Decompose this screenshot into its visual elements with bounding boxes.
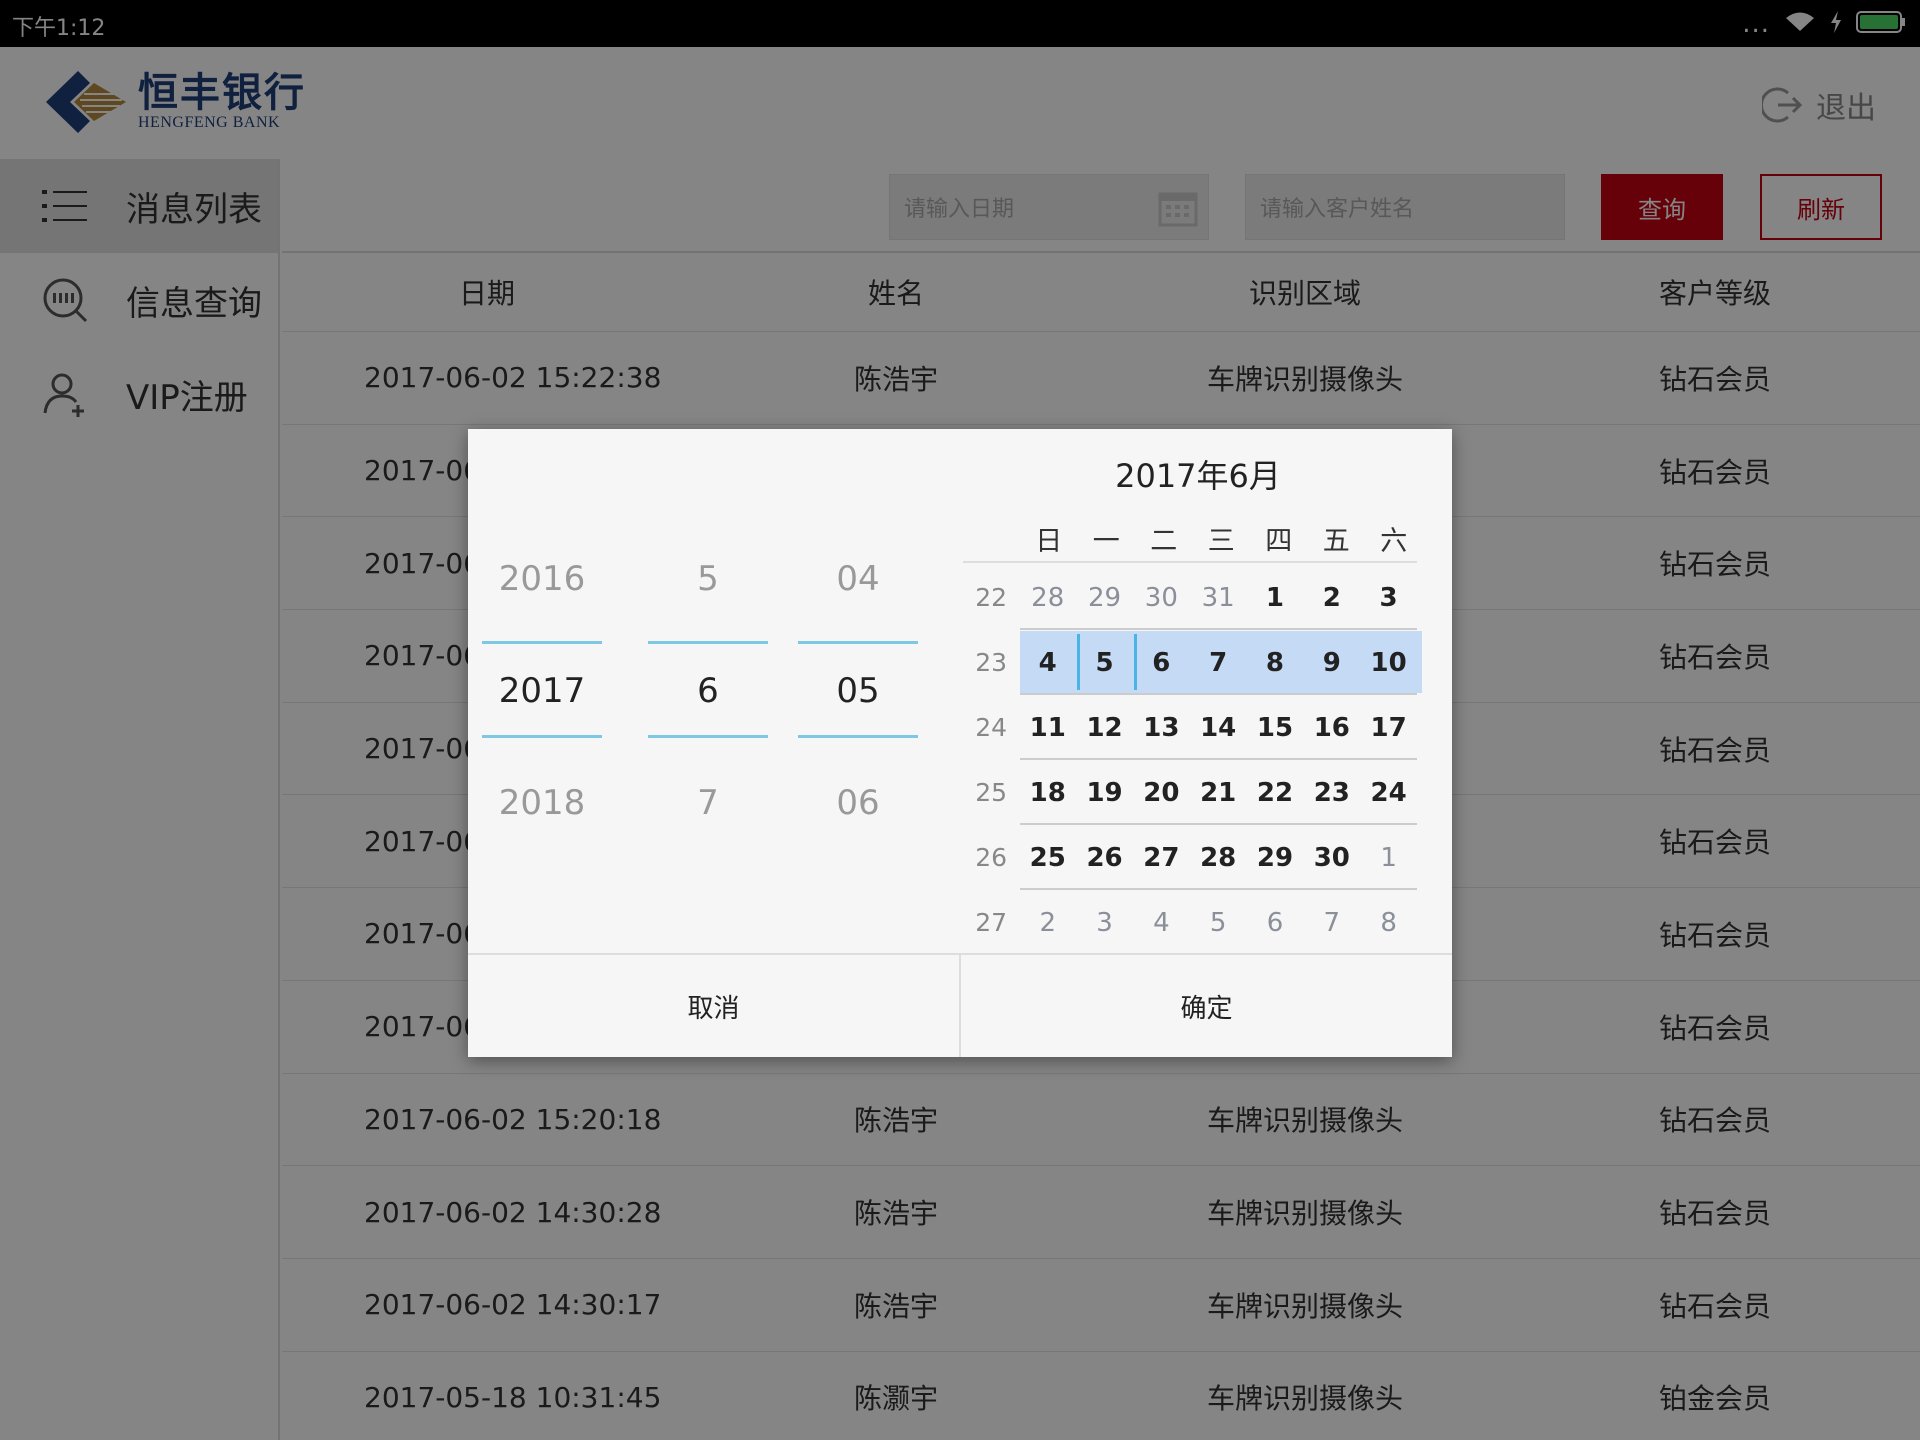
calendar-day[interactable]: 20 [1133, 763, 1190, 823]
calendar-day[interactable]: 13 [1133, 698, 1190, 758]
week-number: 24 [975, 713, 1008, 742]
calendar-title: 2017年6月 [1115, 457, 1281, 495]
year-next[interactable]: 2018 [482, 783, 602, 823]
wheel-divider [648, 735, 768, 738]
year-current[interactable]: 2017 [482, 671, 602, 711]
day-next[interactable]: 06 [798, 783, 918, 823]
calendar-day[interactable]: 19 [1076, 763, 1133, 823]
date-picker-dialog: 2016 2017 2018 5 6 7 04 05 06 2017年6月 日 … [468, 429, 1452, 1057]
week-number: 26 [975, 843, 1008, 872]
week-number: 27 [975, 908, 1008, 937]
calendar-day[interactable]: 3 [1076, 893, 1133, 953]
calendar-day[interactable]: 1 [1360, 828, 1417, 888]
weekday-header: 日 一 二 三 四 五 六 [963, 519, 1417, 563]
year-prev[interactable]: 2016 [482, 559, 602, 599]
weekday-label: 三 [1207, 526, 1235, 557]
calendar-day[interactable]: 30 [1133, 568, 1190, 628]
calendar-day[interactable]: 6 [1133, 633, 1190, 693]
calendar-week-row: 22 28 29 30 31 1 2 3 [963, 565, 1417, 630]
weekday-label: 一 [1092, 526, 1120, 557]
calendar-day[interactable]: 8 [1360, 893, 1417, 953]
month-next[interactable]: 7 [648, 783, 768, 823]
calendar-day[interactable]: 6 [1247, 893, 1304, 953]
weekday-label: 五 [1322, 526, 1350, 557]
month-current[interactable]: 6 [648, 671, 768, 711]
confirm-button[interactable]: 确定 [961, 955, 1452, 1057]
calendar-day[interactable]: 8 [1247, 633, 1304, 693]
calendar-day[interactable]: 16 [1303, 698, 1360, 758]
weekday-label: 四 [1265, 526, 1293, 557]
calendar-day[interactable]: 21 [1190, 763, 1247, 823]
calendar-day[interactable]: 30 [1303, 828, 1360, 888]
weekday-label: 日 [1035, 526, 1063, 557]
calendar-day[interactable]: 25 [1019, 828, 1076, 888]
calendar-day[interactable]: 31 [1190, 568, 1247, 628]
calendar-day[interactable]: 27 [1133, 828, 1190, 888]
cancel-button[interactable]: 取消 [468, 955, 961, 1057]
calendar-day[interactable]: 17 [1360, 698, 1417, 758]
day-prev[interactable]: 04 [798, 559, 918, 599]
wheel-divider [798, 641, 918, 644]
week-number: 23 [975, 648, 1008, 677]
calendar-day[interactable]: 1 [1247, 568, 1304, 628]
day-current[interactable]: 05 [798, 671, 918, 711]
calendar-week-row: 24 11 12 13 14 15 16 17 [963, 695, 1417, 760]
calendar-day[interactable]: 18 [1019, 763, 1076, 823]
calendar-day[interactable]: 3 [1360, 568, 1417, 628]
calendar-day[interactable]: 22 [1247, 763, 1304, 823]
week-number: 22 [975, 583, 1008, 612]
wheel-divider [798, 735, 918, 738]
calendar-day[interactable]: 12 [1076, 698, 1133, 758]
wheel-divider [482, 641, 602, 644]
selected-day-marker [1076, 634, 1080, 690]
calendar-day[interactable]: 28 [1190, 828, 1247, 888]
calendar-day[interactable]: 29 [1247, 828, 1304, 888]
calendar-day[interactable]: 7 [1303, 893, 1360, 953]
weekday-label: 二 [1150, 526, 1178, 557]
calendar-day[interactable]: 10 [1360, 633, 1417, 693]
calendar-day[interactable]: 11 [1019, 698, 1076, 758]
dialog-footer: 取消 确定 [468, 953, 1452, 1057]
calendar-day[interactable]: 5 [1190, 893, 1247, 953]
month-prev[interactable]: 5 [648, 559, 768, 599]
calendar-day[interactable]: 7 [1190, 633, 1247, 693]
calendar-day[interactable]: 4 [1133, 893, 1190, 953]
selected-day-marker [1133, 634, 1137, 690]
calendar-day[interactable]: 29 [1076, 568, 1133, 628]
calendar-day[interactable]: 14 [1190, 698, 1247, 758]
week-number: 25 [975, 778, 1008, 807]
calendar-day[interactable]: 5 [1076, 633, 1133, 693]
wheel-divider [648, 641, 768, 644]
calendar-day[interactable]: 26 [1076, 828, 1133, 888]
calendar-week-row: 25 18 19 20 21 22 23 24 [963, 760, 1417, 825]
calendar-week-row: 26 25 26 27 28 29 30 1 [963, 825, 1417, 890]
calendar-week-row: 27 2 3 4 5 6 7 8 [963, 890, 1417, 955]
calendar-day[interactable]: 2 [1019, 893, 1076, 953]
calendar-day[interactable]: 9 [1303, 633, 1360, 693]
calendar-day[interactable]: 23 [1303, 763, 1360, 823]
calendar-day[interactable]: 4 [1019, 633, 1076, 693]
wheel-divider [482, 735, 602, 738]
calendar-day[interactable]: 28 [1019, 568, 1076, 628]
weekday-label: 六 [1380, 526, 1408, 557]
calendar-day[interactable]: 2 [1303, 568, 1360, 628]
calendar-week-row: 23 4 5 6 7 8 9 10 [963, 630, 1417, 695]
calendar-day[interactable]: 15 [1247, 698, 1304, 758]
calendar-day[interactable]: 24 [1360, 763, 1417, 823]
